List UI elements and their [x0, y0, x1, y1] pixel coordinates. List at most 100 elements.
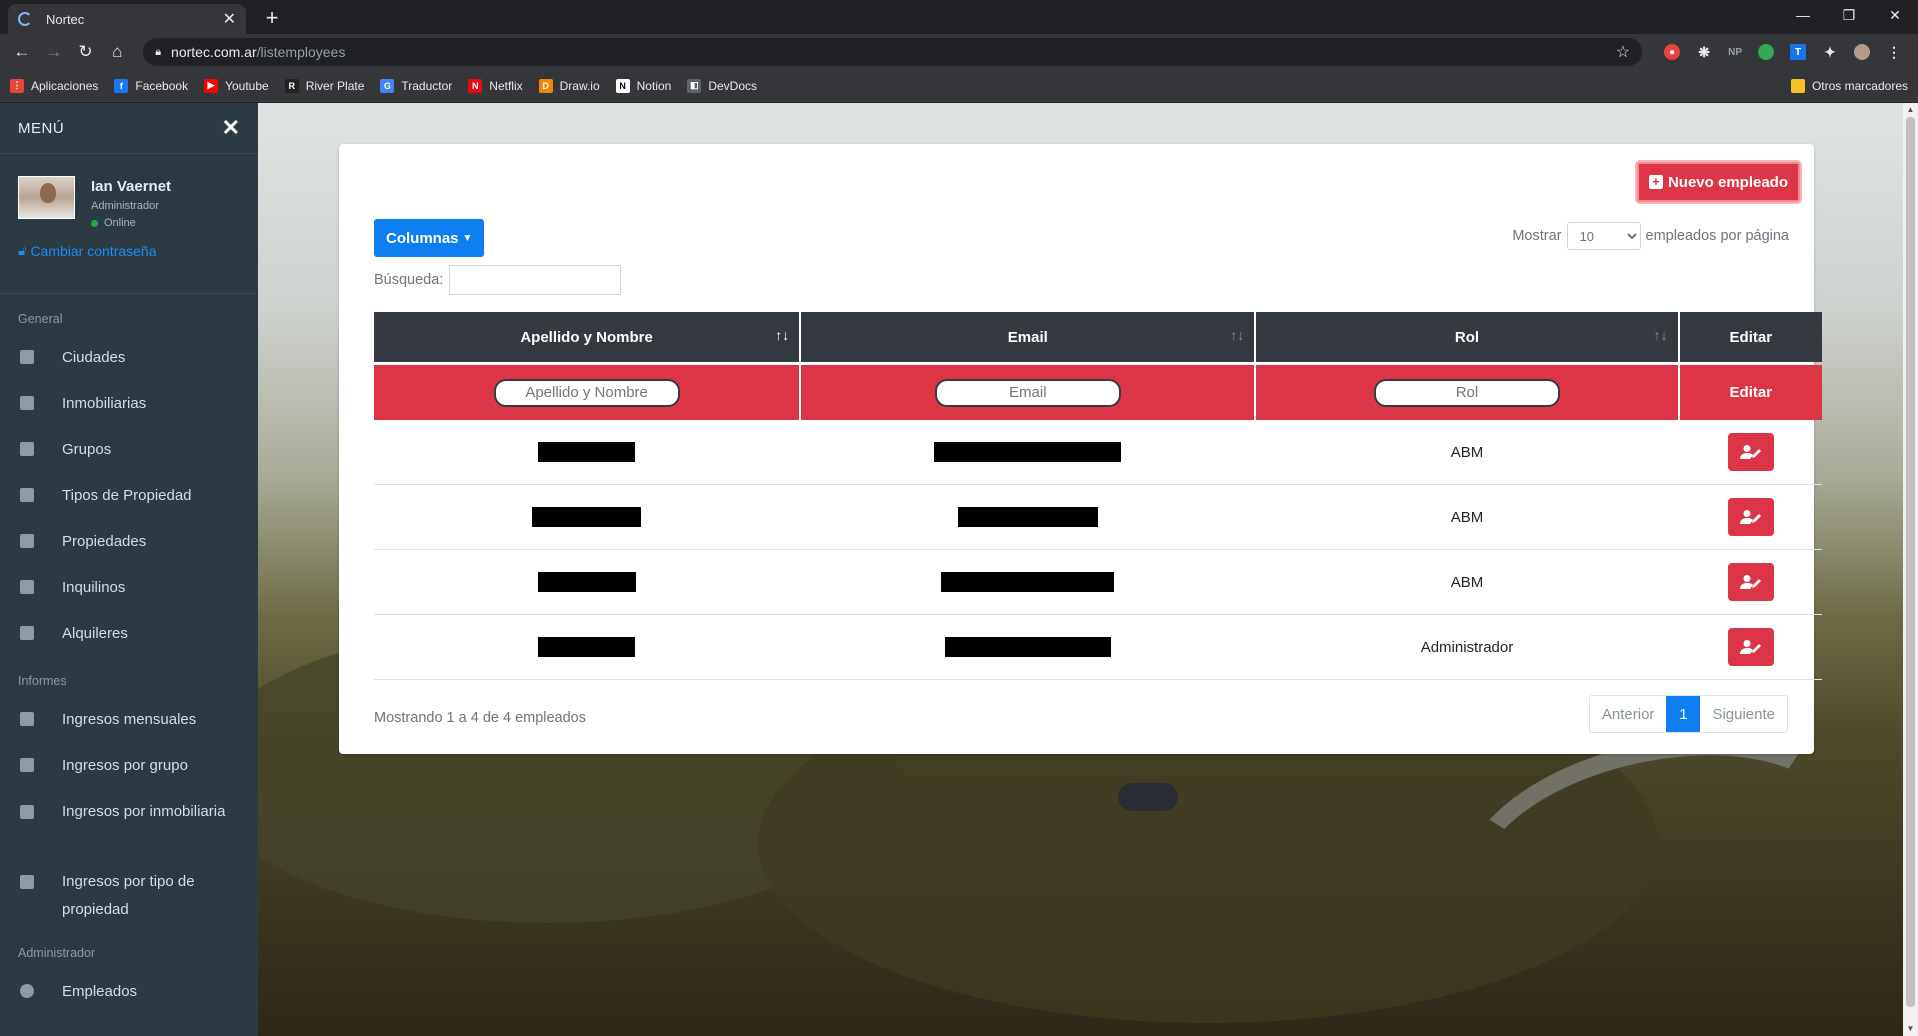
search-input[interactable] — [449, 265, 622, 295]
profile-avatar-icon[interactable] — [1854, 44, 1871, 60]
sidebar-item-inmobiliarias[interactable]: Inmobiliarias — [0, 380, 258, 426]
cell-edit — [1680, 550, 1822, 614]
filter-cell-role — [1256, 365, 1678, 420]
sidebar-item-empleados[interactable]: Empleados — [0, 968, 258, 1014]
scroll-thumb[interactable] — [1906, 117, 1915, 1007]
sidebar-item-alquileres[interactable]: Alquileres — [0, 610, 258, 656]
sidebar: MENÚ ✕ Ian Vaernet Administrador Online … — [0, 103, 258, 1036]
sidebar-item-tipos-de-propiedad[interactable]: Tipos de Propiedad — [0, 472, 258, 518]
extension-red-icon[interactable]: ● — [1664, 44, 1681, 60]
back-button[interactable]: ← — [8, 38, 36, 66]
key-icon — [20, 626, 34, 640]
cell-name — [374, 550, 799, 614]
bookmark-draw-io[interactable]: D Draw.io — [538, 78, 600, 93]
address-bar[interactable]: 🔒︎ nortec.com.ar/listemployees ☆ — [143, 38, 1643, 66]
bookmarks-bar: ⋮ Aplicaciones f Facebook ▶ Youtube R River Pla… — [0, 70, 1918, 102]
sidebar-item-ciudades[interactable]: Ciudades — [0, 334, 258, 380]
sidebar-item-ingresos-por-tipo-de-propiedad[interactable]: Ingresos por tipo de propiedad — [0, 858, 258, 928]
edit-employee-button[interactable] — [1727, 563, 1774, 601]
edit-employee-button[interactable] — [1727, 498, 1774, 536]
sidebar-item-ingresos-mensuales[interactable]: Ingresos mensuales — [0, 696, 258, 742]
filter-name-input[interactable] — [493, 378, 680, 407]
scroll-down-icon[interactable]: ▼ — [1906, 1025, 1915, 1033]
sort-icon: ↑↓ — [775, 327, 790, 343]
extensions-puzzle-icon[interactable]: ✦ — [1822, 44, 1838, 60]
column-header-email[interactable]: Email ↑↓ — [801, 312, 1255, 362]
folder-icon — [1790, 78, 1805, 93]
filter-role-input[interactable] — [1373, 378, 1560, 407]
tab-close-icon[interactable]: ✕ — [223, 9, 236, 29]
extension-gear-icon[interactable]: ❋ — [1696, 44, 1712, 60]
netflix-icon: N — [468, 78, 483, 93]
bookmark-devdocs[interactable]: ◧ DevDocs — [687, 78, 757, 93]
extension-np-icon[interactable]: NP — [1728, 44, 1742, 60]
column-header-name[interactable]: Apellido y Nombre ↑↓ — [374, 312, 800, 362]
sidebar-item-ingresos-por-grupo[interactable]: Ingresos por grupo — [0, 742, 258, 788]
page-size-select[interactable]: 10 — [1566, 222, 1641, 250]
browser-tab-bar: Nortec ✕ + — ❐ ✕ — [0, 0, 1918, 34]
header-email-label: Email — [1007, 328, 1048, 346]
bookmark-river-plate[interactable]: R River Plate — [284, 78, 364, 93]
edit-employee-button[interactable] — [1727, 433, 1774, 471]
bookmark-star-icon[interactable]: ☆ — [1616, 42, 1630, 62]
users-icon — [20, 580, 34, 594]
column-header-role[interactable]: Rol ↑↓ — [1256, 312, 1678, 362]
chrome-menu-icon[interactable]: ⋮ — [1886, 44, 1902, 60]
minimize-button[interactable]: — — [1780, 0, 1826, 30]
cell-role: ABM — [1450, 508, 1484, 526]
reload-button[interactable]: ↻ — [72, 38, 100, 66]
sidebar-item-grupos[interactable]: Grupos — [0, 426, 258, 472]
scroll-up-icon[interactable]: ▲ — [1906, 106, 1915, 114]
tab-title: Nortec — [46, 11, 85, 27]
new-employee-label: Nuevo empleado — [1667, 173, 1788, 191]
filter-edit-label: Editar — [1679, 365, 1822, 420]
sidebar-item-label: Ingresos por tipo de propiedad — [62, 873, 195, 918]
close-menu-icon[interactable]: ✕ — [222, 115, 240, 141]
sidebar-item-ingresos-por-inmobiliaria[interactable]: Ingresos por inmobiliaria — [0, 788, 258, 858]
edit-employee-button[interactable] — [1727, 628, 1774, 666]
redacted-block — [934, 442, 1122, 462]
sidebar-item-propiedades[interactable]: Propiedades — [0, 518, 258, 564]
filter-email-input[interactable] — [934, 378, 1121, 407]
columns-dropdown-button[interactable]: Columnas ▼ — [374, 219, 485, 257]
new-tab-button[interactable]: + — [258, 4, 286, 32]
employees-card: + Nuevo empleado Columnas ▼ Mostrar 10 e… — [339, 144, 1822, 754]
pagination-next[interactable]: Siguiente — [1700, 696, 1787, 732]
filter-cell-name — [374, 365, 800, 420]
change-password-label: Cambiar contraseña — [30, 243, 157, 259]
pagination-page-1[interactable]: 1 — [1666, 696, 1701, 732]
redacted-block — [538, 637, 636, 657]
caret-down-icon: ▼ — [462, 232, 473, 244]
bookmark-traductor[interactable]: G Traductor — [380, 78, 452, 93]
bookmark-facebook[interactable]: f Facebook — [114, 78, 188, 93]
other-bookmarks[interactable]: Otros marcadores — [1790, 78, 1908, 93]
page-scrollbar[interactable]: ▲ ▼ — [1903, 103, 1918, 1036]
forward-button[interactable]: → — [40, 38, 68, 66]
window-close-button[interactable]: ✕ — [1872, 0, 1918, 30]
extension-t-icon[interactable]: T — [1790, 44, 1807, 60]
restore-button[interactable]: ❐ — [1826, 0, 1872, 30]
cell-email — [801, 420, 1254, 484]
new-employee-button[interactable]: + Nuevo empleado — [1636, 162, 1800, 202]
city-icon — [20, 350, 34, 364]
home-icon — [20, 534, 34, 548]
loading-spinner-icon — [18, 12, 32, 26]
bookmark-notion[interactable]: N Notion — [615, 78, 671, 93]
browser-toolbar: ← → ↻ ⌂ 🔒︎ nortec.com.ar/listemployees ☆… — [0, 34, 1918, 70]
browser-tab[interactable]: Nortec ✕ — [8, 4, 246, 34]
sidebar-item-inquilinos[interactable]: Inquilinos — [0, 564, 258, 610]
bookmark-youtube[interactable]: ▶ Youtube — [204, 78, 269, 93]
pagination-previous[interactable]: Anterior — [1590, 696, 1667, 732]
cell-role: ABM — [1450, 443, 1484, 461]
home-button[interactable]: ⌂ — [103, 38, 131, 66]
extension-green-icon[interactable] — [1758, 44, 1775, 60]
bookmark-aplicaciones[interactable]: ⋮ Aplicaciones — [10, 78, 99, 93]
redacted-block — [944, 637, 1111, 657]
bookmark-label: Aplicaciones — [31, 78, 99, 93]
change-password-link[interactable]: 🔓︎ Cambiar contraseña — [18, 243, 240, 259]
sidebar-item-label: Alquileres — [62, 624, 128, 642]
filter-row: Editar — [374, 365, 1822, 420]
unlock-icon: 🔓︎ — [18, 243, 27, 258]
bookmark-label: Draw.io — [559, 78, 600, 93]
bookmark-netflix[interactable]: N Netflix — [468, 78, 523, 93]
